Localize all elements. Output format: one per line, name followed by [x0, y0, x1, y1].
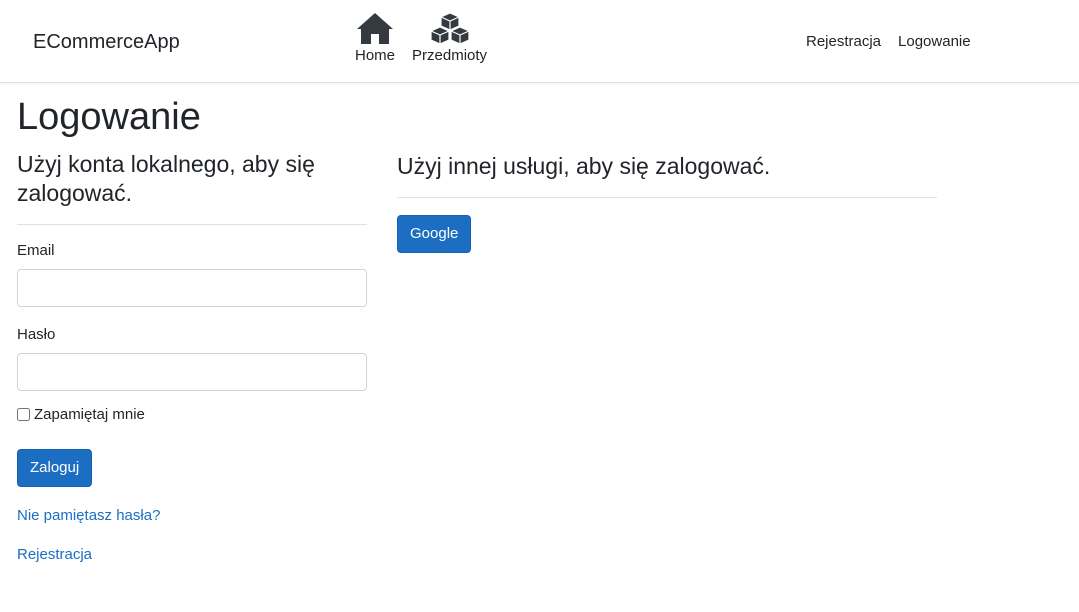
- login-button[interactable]: Zaloguj: [17, 449, 93, 487]
- external-login-section: Użyj innej usługi, aby się zalogować. Go…: [397, 150, 937, 253]
- email-field[interactable]: [17, 269, 367, 307]
- remember-me-label: Zapamiętaj mnie: [34, 406, 145, 423]
- nav-item-przedmioty-label: Przedmioty: [412, 47, 488, 64]
- external-login-divider: [397, 197, 937, 198]
- cubes-icon: [429, 12, 470, 45]
- remember-me-row: Zapamiętaj mnie: [17, 406, 367, 423]
- navbar: ECommerceApp Home Przedmioty Rejestracja…: [0, 0, 1079, 83]
- account-links: Nie pamiętasz hasła? Rejestracja: [17, 507, 367, 563]
- nav-item-przedmioty[interactable]: Przedmioty: [412, 12, 487, 64]
- forgot-password-link[interactable]: Nie pamiętasz hasła?: [17, 507, 367, 524]
- nav-register-link[interactable]: Rejestracja: [806, 33, 881, 50]
- nav-item-home-label: Home: [355, 47, 396, 64]
- nav-right: Rejestracja Logowanie: [806, 33, 971, 50]
- email-label: Email: [17, 242, 55, 259]
- local-login-heading: Użyj konta lokalnego, aby się zalogować.: [17, 151, 315, 206]
- local-login-divider: [17, 224, 367, 225]
- google-login-button[interactable]: Google: [397, 215, 472, 253]
- nav-item-home[interactable]: Home: [355, 12, 395, 64]
- email-group: Email: [17, 242, 367, 307]
- local-login-section: Użyj konta lokalnego, aby się zalogować.…: [17, 150, 367, 563]
- page-title: Logowanie: [17, 96, 201, 138]
- brand-link[interactable]: ECommerceApp: [33, 31, 180, 54]
- remember-me-checkbox[interactable]: [17, 408, 30, 421]
- nav-login-link[interactable]: Logowanie: [898, 33, 971, 50]
- password-group: Hasło: [17, 326, 367, 391]
- password-label: Hasło: [17, 326, 56, 343]
- external-login-heading: Użyj innej usługi, aby się zalogować.: [397, 153, 771, 179]
- register-link[interactable]: Rejestracja: [17, 546, 367, 563]
- password-field[interactable]: [17, 353, 367, 391]
- home-icon: [357, 13, 393, 44]
- nav-center: Home Przedmioty: [355, 12, 487, 64]
